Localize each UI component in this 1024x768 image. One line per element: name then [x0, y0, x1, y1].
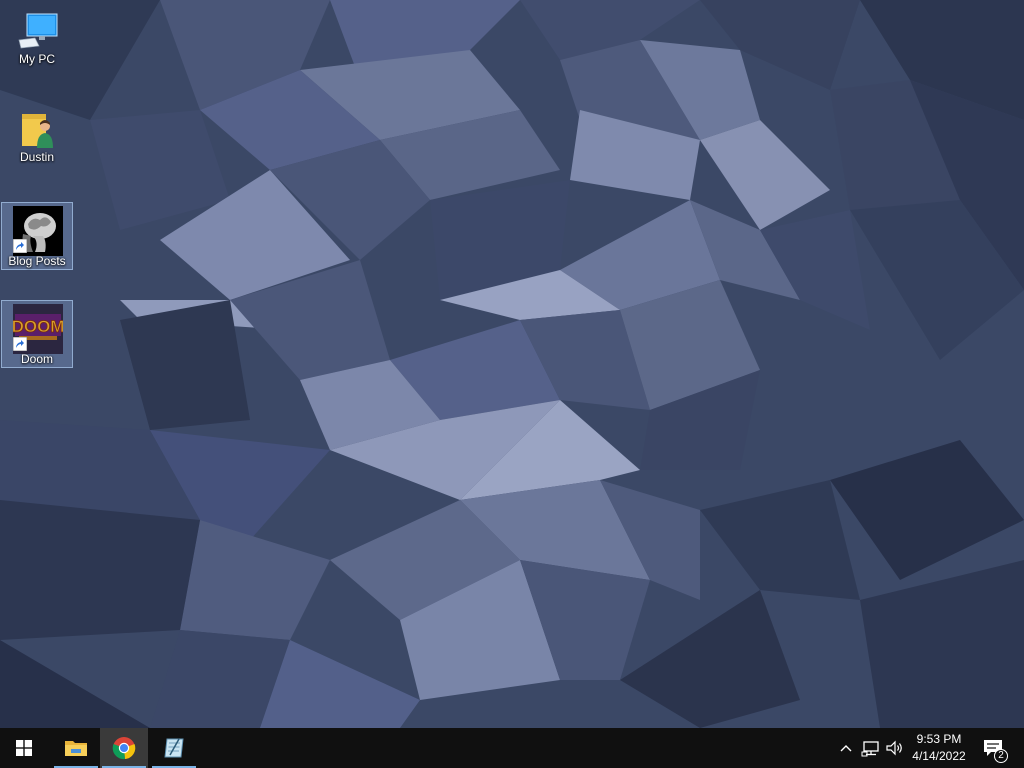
- clock-time: 9:53 PM: [916, 732, 962, 746]
- clock[interactable]: 9:53 PM 4/14/2022: [904, 731, 974, 765]
- folder-icon: [65, 741, 87, 756]
- wallpaper: [0, 0, 1024, 728]
- desktop-icon-label: My PC: [19, 52, 55, 66]
- chrome-icon: [112, 737, 136, 760]
- windows-logo-icon: [16, 740, 32, 756]
- desktop-icon-label: Dustin: [19, 150, 54, 164]
- computer-icon: [18, 13, 58, 49]
- network-icon[interactable]: [861, 738, 881, 758]
- taskbar-notepad[interactable]: [150, 728, 198, 768]
- notepad-icon: [164, 738, 184, 758]
- svg-text:DOOM: DOOM: [13, 317, 63, 336]
- notification-count-badge: 2: [994, 749, 1008, 763]
- desktop-icon-blog-posts[interactable]: Blog Posts: [1, 202, 73, 270]
- volume-icon[interactable]: [885, 738, 905, 758]
- desktop[interactable]: My PC Dustin Blog Posts DOOM Doom: [0, 0, 1024, 728]
- desktop-icon-my-pc[interactable]: My PC: [1, 0, 73, 68]
- shortcut-arrow-icon: [13, 239, 27, 253]
- desktop-icon-label: Doom: [20, 352, 53, 366]
- taskbar: 9:53 PM 4/14/2022 2: [0, 728, 1024, 768]
- action-center-button[interactable]: 2: [980, 728, 1016, 768]
- clock-date: 4/14/2022: [912, 749, 966, 763]
- desktop-icon-dustin[interactable]: Dustin: [1, 98, 73, 166]
- desktop-icon-label: Blog Posts: [8, 254, 66, 268]
- taskbar-chrome[interactable]: [100, 728, 148, 768]
- chevron-up-icon[interactable]: [836, 738, 856, 758]
- desktop-icon-doom[interactable]: DOOM Doom: [1, 300, 73, 368]
- start-button[interactable]: [0, 728, 48, 768]
- taskbar-file-explorer[interactable]: [52, 728, 100, 768]
- shortcut-arrow-icon: [13, 337, 27, 351]
- user-folder-icon: [22, 114, 53, 148]
